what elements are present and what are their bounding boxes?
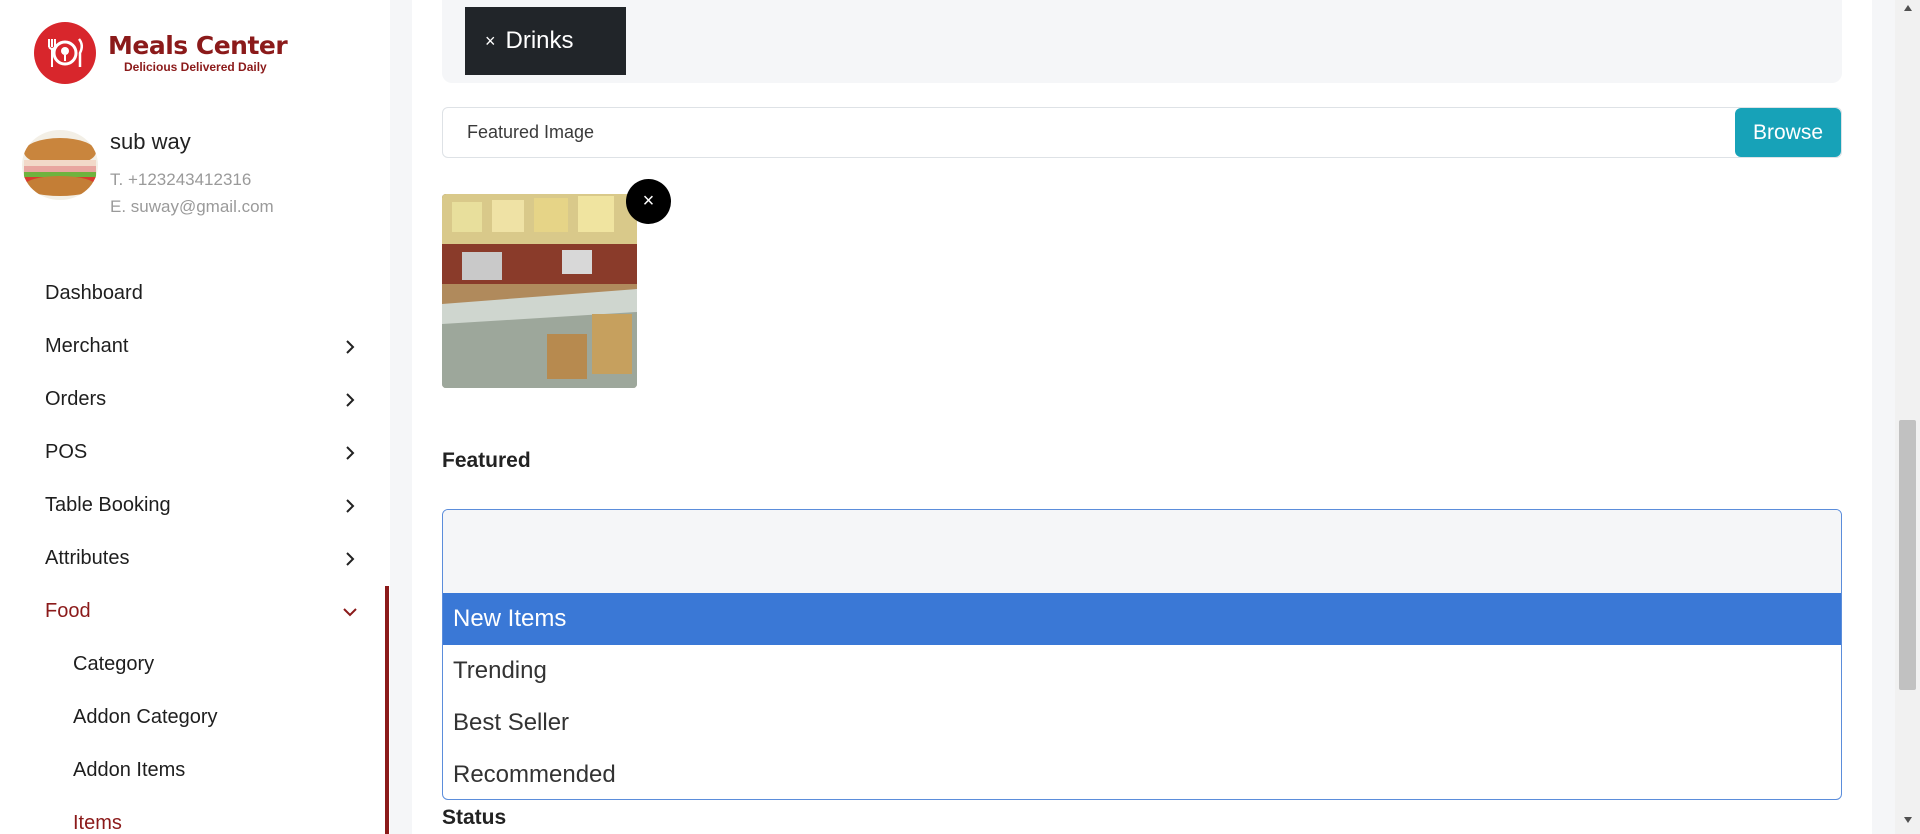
- sidebar-item-label: Food: [45, 600, 91, 622]
- featured-multiselect[interactable]: New Items Trending Best Seller Recommend…: [442, 509, 1842, 800]
- page-scrollbar[interactable]: [1895, 0, 1920, 834]
- featured-image-field[interactable]: Featured Image Browse: [442, 107, 1842, 158]
- category-tag[interactable]: × Drinks: [465, 7, 626, 75]
- food-subnav: Category Addon Category Addon Items Item…: [0, 638, 390, 834]
- sidebar-item-addon-category[interactable]: Addon Category: [0, 691, 390, 744]
- multiselect-input-area[interactable]: [443, 510, 1841, 593]
- sidebar-item-label: Dashboard: [45, 282, 143, 304]
- chevron-right-icon: [340, 496, 360, 516]
- sidebar-item-pos[interactable]: POS: [0, 426, 390, 479]
- status-label: Status: [442, 806, 507, 829]
- sidebar-item-attributes[interactable]: Attributes: [0, 532, 390, 585]
- sidebar-item-label: Table Booking: [45, 494, 171, 516]
- tag-remove-icon[interactable]: ×: [485, 31, 496, 52]
- featured-label: Featured: [442, 449, 531, 472]
- browse-button[interactable]: Browse: [1735, 108, 1841, 157]
- remove-image-button[interactable]: ×: [626, 179, 671, 224]
- sidebar-item-items[interactable]: Items: [0, 797, 390, 834]
- sidebar-item-label: Orders: [45, 388, 107, 410]
- file-input-label: Featured Image: [467, 122, 595, 142]
- logo-icon: [34, 22, 96, 84]
- sidebar-item-label: Addon Items: [73, 759, 186, 781]
- featured-image-preview: [442, 194, 637, 388]
- sidebar-item-merchant[interactable]: Merchant: [0, 320, 390, 373]
- brand-logo[interactable]: Meals Center Delicious Delivered Daily: [34, 22, 288, 84]
- sidebar-item-label: Attributes: [45, 547, 130, 569]
- chevron-right-icon: [340, 549, 360, 569]
- option-best-seller[interactable]: Best Seller: [443, 697, 1841, 749]
- sidebar-item-label: Items: [73, 812, 122, 834]
- sidebar-item-label: Addon Category: [73, 706, 218, 728]
- brand-tagline: Delicious Delivered Daily: [124, 60, 267, 74]
- category-tag-input[interactable]: [442, 0, 1842, 83]
- brand-title: Meals Center: [108, 31, 288, 60]
- sidebar-item-orders[interactable]: Orders: [0, 373, 390, 426]
- option-new-items[interactable]: New Items: [443, 593, 1841, 645]
- sidebar-item-dashboard[interactable]: Dashboard: [0, 267, 390, 320]
- sidebar-item-food[interactable]: Food: [0, 585, 390, 638]
- sidebar: Meals Center Delicious Delivered Daily s…: [0, 0, 390, 834]
- user-profile: sub way T. +123243412316 E. suway@gmail.…: [22, 130, 274, 220]
- chevron-right-icon: [340, 390, 360, 410]
- option-trending[interactable]: Trending: [443, 645, 1841, 697]
- profile-phone: T. +123243412316: [110, 170, 252, 189]
- chevron-right-icon: [340, 443, 360, 463]
- active-section-indicator: [385, 586, 389, 834]
- sidebar-item-category[interactable]: Category: [0, 638, 390, 691]
- sidebar-item-label: Merchant: [45, 335, 129, 357]
- profile-name: sub way: [110, 129, 191, 154]
- chevron-down-icon: [340, 602, 360, 622]
- scroll-down-icon[interactable]: [1895, 816, 1920, 830]
- scroll-up-icon[interactable]: [1895, 4, 1920, 18]
- sidebar-item-addon-items[interactable]: Addon Items: [0, 744, 390, 797]
- tag-label: Drinks: [505, 27, 574, 54]
- avatar[interactable]: [22, 130, 98, 200]
- sidebar-item-table-booking[interactable]: Table Booking: [0, 479, 390, 532]
- scrollbar-thumb[interactable]: [1899, 420, 1916, 690]
- sidebar-nav: Dashboard Merchant Orders POS Table Book…: [0, 267, 390, 834]
- profile-email: E. suway@gmail.com: [110, 197, 274, 216]
- sidebar-item-label: Category: [73, 653, 155, 675]
- option-recommended[interactable]: Recommended: [443, 749, 1841, 799]
- sidebar-item-label: POS: [45, 441, 88, 463]
- chevron-right-icon: [340, 337, 360, 357]
